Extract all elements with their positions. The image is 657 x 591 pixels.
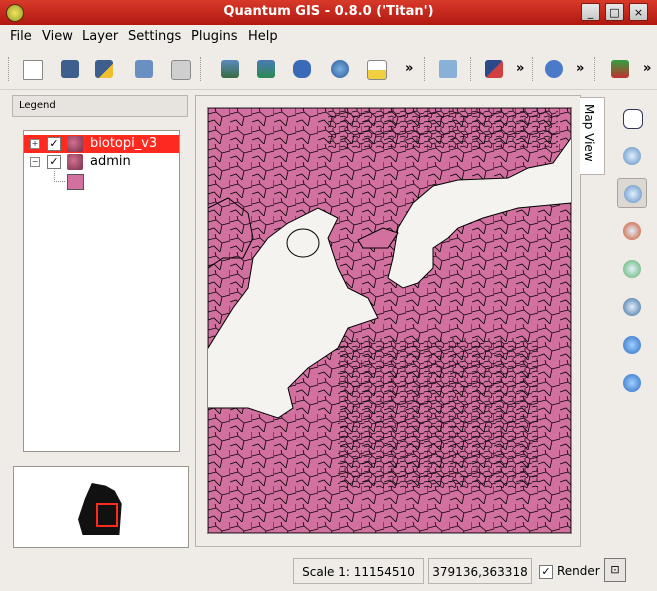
render-label: Render [557, 564, 600, 578]
open-project-button[interactable] [130, 55, 158, 83]
toolbar-separator [532, 57, 535, 81]
capture-point-button[interactable] [434, 55, 462, 83]
coordinates-display: 379136,363318 [428, 558, 532, 584]
menu-help[interactable]: Help [248, 29, 278, 44]
print-icon [171, 60, 191, 80]
toolbar-overflow-chevron[interactable]: » [516, 61, 524, 76]
zoom-last-icon [623, 336, 641, 354]
pan-icon [623, 109, 643, 129]
legend-header[interactable]: Legend [12, 95, 188, 117]
zoom-selection-icon [623, 260, 641, 278]
map-overview[interactable] [13, 466, 189, 548]
add-raster-icon [221, 60, 239, 78]
add-vector-icon [257, 60, 275, 78]
layer-visibility-checkbox[interactable]: ✓ [47, 137, 61, 151]
zoom-last-button[interactable] [617, 330, 647, 360]
toolbar-overflow-chevron[interactable]: » [405, 61, 413, 76]
map-rendering [208, 108, 571, 533]
toolbar-separator [8, 57, 11, 81]
plugin-icon [611, 60, 629, 78]
tree-connector [54, 171, 65, 182]
identify-button[interactable] [540, 55, 568, 83]
zoom-layer-icon [623, 298, 641, 316]
menu-layer[interactable]: Layer [82, 29, 118, 44]
identify-icon [545, 60, 563, 78]
toolbar-separator [594, 57, 597, 81]
menu-settings[interactable]: Settings [128, 29, 181, 44]
save-as-icon [95, 60, 113, 78]
layer-row-admin[interactable]: − ✓ admin [24, 153, 179, 171]
layer-row-biotopi[interactable]: + ✓ biotopi_v3 [24, 135, 179, 153]
save-as-button[interactable] [90, 55, 118, 83]
overview-extent-frame[interactable] [96, 503, 118, 527]
add-postgis-button[interactable] [288, 55, 316, 83]
print-button[interactable] [166, 55, 194, 83]
zoom-selection-button[interactable] [617, 254, 647, 284]
admin-borders-north [328, 108, 558, 148]
new-project-button[interactable] [18, 55, 46, 83]
render-checkbox[interactable]: ✓ [539, 565, 553, 579]
toolbar-separator [200, 57, 203, 81]
new-layer-icon [367, 60, 387, 80]
menu-bar: File View Layer Settings Plugins Help [0, 26, 657, 48]
refresh-button[interactable] [617, 368, 647, 398]
polygon-layer-icon [67, 136, 83, 152]
layer-visibility-checkbox[interactable]: ✓ [47, 155, 61, 169]
add-wms-button[interactable] [326, 55, 354, 83]
capture-point-icon [439, 60, 457, 78]
title-bar: Quantum GIS - 0.8.0 ('Titan') _ □ × [0, 0, 657, 25]
map-canvas[interactable] [207, 107, 572, 534]
save-project-button[interactable] [56, 55, 84, 83]
admin-borders-dense [338, 338, 538, 488]
open-project-icon [135, 60, 153, 78]
new-project-icon [23, 60, 43, 80]
pan-button[interactable] [617, 103, 647, 133]
legend-tree[interactable]: + ✓ biotopi_v3 − ✓ admin [23, 130, 180, 452]
toolbar-overflow-chevron[interactable]: » [643, 61, 651, 76]
collapse-toggle[interactable]: − [30, 157, 40, 167]
main-toolbar: » » » » [0, 49, 657, 90]
map-canvas-frame [195, 95, 581, 547]
zoom-in-icon [623, 147, 641, 165]
polygon-layer-icon [67, 154, 83, 170]
menu-file[interactable]: File [10, 29, 32, 44]
minimize-button[interactable]: _ [581, 3, 600, 21]
zoom-out-button[interactable] [617, 178, 647, 208]
menu-plugins[interactable]: Plugins [191, 29, 238, 44]
plugin-button[interactable] [606, 55, 634, 83]
legend-title: Legend [19, 100, 56, 111]
save-project-icon [61, 60, 79, 78]
close-button[interactable]: × [629, 3, 648, 21]
scale-display: Scale 1: 11154510 [293, 558, 424, 584]
add-vector-button[interactable] [252, 55, 280, 83]
zoom-layer-button[interactable] [617, 292, 647, 322]
window-title: Quantum GIS - 0.8.0 ('Titan') [223, 4, 434, 19]
capture-line-button[interactable] [480, 55, 508, 83]
island-water [286, 228, 320, 258]
refresh-icon [623, 374, 641, 392]
new-layer-button[interactable] [362, 55, 390, 83]
zoom-full-icon [623, 222, 641, 240]
zoom-in-button[interactable] [617, 141, 647, 171]
map-view-tab-label: Map View [582, 104, 596, 162]
menu-view[interactable]: View [42, 29, 73, 44]
zoom-full-button[interactable] [617, 216, 647, 246]
capture-line-icon [485, 60, 503, 78]
toolbar-separator [470, 57, 473, 81]
maximize-button[interactable]: □ [605, 3, 624, 21]
layer-label: admin [90, 154, 131, 169]
add-postgis-icon [293, 60, 311, 78]
toolbar-separator [424, 57, 427, 81]
stop-render-icon[interactable]: ⊡ [604, 558, 626, 582]
expand-toggle[interactable]: + [30, 139, 40, 149]
symbol-swatch [67, 174, 84, 190]
layer-label: biotopi_v3 [90, 136, 158, 151]
status-bar: Scale 1: 11154510 379136,363318 ✓ Render… [0, 556, 657, 591]
add-wms-icon [331, 60, 349, 78]
add-raster-button[interactable] [216, 55, 244, 83]
toolbar-overflow-chevron[interactable]: » [576, 61, 584, 76]
map-view-tab[interactable]: Map View [580, 97, 605, 175]
zoom-out-icon [624, 185, 642, 203]
